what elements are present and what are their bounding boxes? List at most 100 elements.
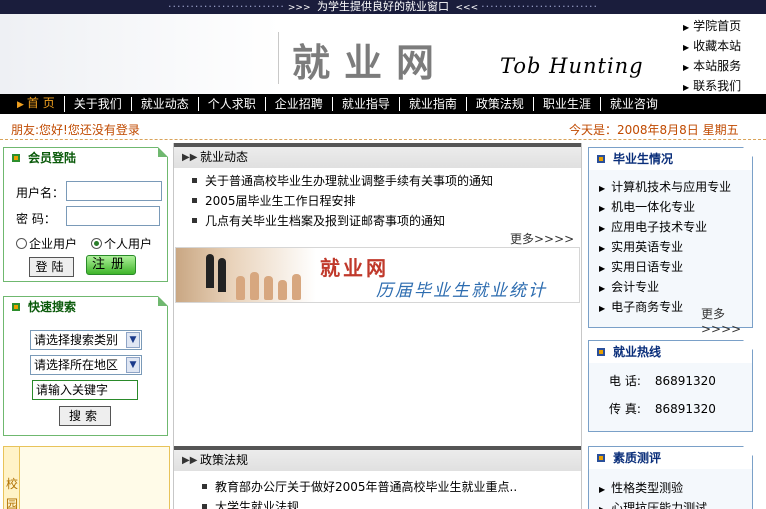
top-banner-text: 为学生提供良好的就业窗口 [317,0,449,13]
graduates-item[interactable]: ▶ 实用日语专业 [599,258,731,278]
logo-divider [278,32,279,84]
site-logo-cn: 就业网 [292,40,449,85]
radio-off-icon [16,238,27,249]
current-date: 今天是：2008年8月8日 星期五 [569,123,739,137]
nav-item-about[interactable]: 关于我们 [65,97,132,111]
graduates-list: ▶ 计算机技术与应用专业 ▶ 机电一体化专业 ▶ 应用电子技术专业 ▶ 实用英语专业 ▶… [599,178,731,318]
login-title: 会员登陆 [4,148,167,168]
news-item[interactable]: 几点有关毕业生档案及报到证邮寄事项的通知 [192,211,493,231]
graduates-item[interactable]: ▶ 机电一体化专业 [599,198,731,218]
banner-subtitle: 历届毕业生就业统计 [376,281,547,301]
square-bullet-icon [597,348,605,356]
main-nav: ▶ 首 页 关于我们 就业动态 个人求职 企业招聘 就业指导 就业指南 政策法规 … [0,94,766,114]
news-item[interactable]: 2005届毕业生工作日程安排 [192,191,493,211]
stats-banner[interactable]: 就业网 历届毕业生就业统计 [175,247,580,303]
triangle-right-icon: ▶ [683,83,690,92]
quick-link-home[interactable]: ▶ 学院首页 [683,17,763,37]
register-button[interactable]: 注册 [86,255,136,275]
top-banner: ·························· >>> 为学生提供良好的就业… [0,0,766,14]
graduates-title: 毕业生情况 [589,148,752,170]
triangle-right-icon: ▶ [599,264,606,273]
quality-panel: 素质测评 ▶性格类型测验 ▶心理抗压能力测试 [588,446,753,509]
chevron-down-icon: ▼ [126,332,140,348]
policy-item[interactable]: 教育部办公厅关于做好2005年普通高校毕业生就业重点.. [202,477,517,497]
double-chevron-right-icon: ▶▶ [182,152,198,163]
graduates-item[interactable]: ▶ 会计专业 [599,278,731,298]
person-figure [206,254,214,288]
news-list: 关于普通高校毕业生办理就业调整手续有关事项的通知 2005届毕业生工作日程安排 … [192,171,493,231]
square-bullet-icon [12,303,20,311]
triangle-right-icon: ▶ [683,63,690,72]
square-bullet-icon [192,198,197,203]
square-bullet-icon [12,154,20,162]
header: 就业网 Tob Hunting ▶ 学院首页 ▶ 收藏本站 ▶ 本站服务 ▶ 联系我们 [0,14,766,94]
graduates-item[interactable]: ▶ 计算机技术与应用专业 [599,178,731,198]
status-bar: 朋友:您好!您还没有登录 今天是：2008年8月8日 星期五 [0,116,766,140]
quality-list: ▶性格类型测验 ▶心理抗压能力测试 [599,479,707,509]
graduates-item[interactable]: ▶ 实用英语专业 [599,238,731,258]
quality-title: 素质测评 [589,447,752,469]
campus-panel: 校 园 [3,446,170,509]
hotline-title: 就业热线 [589,341,752,363]
password-input[interactable] [66,206,160,226]
role-company-radio[interactable]: 企业用户 [16,235,77,252]
username-input[interactable] [66,181,162,201]
quick-search-panel: 快速搜索 请选择搜索类别 ▼ 请选择所在地区 ▼ 请输入关键字 搜索 [3,296,168,436]
triangle-right-icon: ▶ [683,23,690,32]
campus-tab-char: 校 [6,477,19,491]
triangle-right-icon: ▶ [599,204,606,213]
graduates-more-link[interactable]: 更多>>>> [701,305,752,336]
person-figure [218,258,226,292]
password-label: 密 码： [16,212,56,226]
site-logo-en: Tob Hunting [500,54,644,78]
graduates-item[interactable]: ▶ 应用电子技术专业 [599,218,731,238]
triangle-right-icon: ▶ [599,505,605,509]
nav-item-home[interactable]: ▶ 首 页 [8,96,65,112]
login-greeting: 朋友:您好!您还没有登录 [11,123,140,137]
nav-item-recruit[interactable]: 企业招聘 [266,97,333,111]
triangle-right-icon: ▶ [17,100,24,110]
hand-figure [278,280,287,300]
double-chevron-right-icon: ▶▶ [182,455,198,466]
login-panel: 会员登陆 用户名： 密 码： 企业用户 个人用户 登陆 注册 [3,147,168,282]
square-bullet-icon [192,178,197,183]
graduates-panel: 毕业生情况 ▶ 计算机技术与应用专业 ▶ 机电一体化专业 ▶ 应用电子技术专业 ▶ 实用… [588,147,753,336]
search-button[interactable]: 搜索 [59,406,111,426]
nav-item-career[interactable]: 职业生涯 [534,97,601,111]
triangle-right-icon: ▶ [599,485,606,494]
main-content: ▶▶ 就业动态 关于普通高校毕业生办理就业调整手续有关事项的通知 2005届毕业生… [173,143,582,509]
campus-tab[interactable]: 校 园 [4,447,20,509]
square-bullet-icon [597,155,605,163]
nav-item-job-seek[interactable]: 个人求职 [199,97,266,111]
phone-row: 电 话: 86891320 [609,374,716,388]
quick-link-services[interactable]: ▶ 本站服务 [683,57,763,77]
news-more-link[interactable]: 更多>>>> [510,230,574,247]
nav-item-consult[interactable]: 就业咨询 [601,97,667,111]
username-label: 用户名： [16,186,65,200]
banner-photo [176,248,316,302]
nav-item-guide[interactable]: 就业指南 [400,97,467,111]
nav-item-guidance[interactable]: 就业指导 [333,97,400,111]
login-button[interactable]: 登陆 [29,257,74,277]
square-bullet-icon [192,218,197,223]
quality-item[interactable]: ▶心理抗压能力测试 [599,499,707,509]
region-select[interactable]: 请选择所在地区 ▼ [30,355,142,375]
nav-item-news[interactable]: 就业动态 [132,97,199,111]
policy-item[interactable]: 大学生就业法规 [202,497,517,509]
triangle-right-icon: ▶ [599,244,606,253]
role-personal-radio[interactable]: 个人用户 [91,235,152,252]
quick-search-title: 快速搜索 [4,297,167,317]
fax-row: 传 真: 86891320 [609,402,716,416]
quick-link-bookmark[interactable]: ▶ 收藏本站 [683,37,763,57]
quick-links: ▶ 学院首页 ▶ 收藏本站 ▶ 本站服务 ▶ 联系我们 [683,17,763,97]
news-item[interactable]: 关于普通高校毕业生办理就业调整手续有关事项的通知 [192,171,493,191]
keyword-input[interactable]: 请输入关键字 [32,380,138,400]
quality-item[interactable]: ▶ 性格类型测验 [599,479,707,499]
chevron-down-icon: ▼ [126,357,140,373]
square-bullet-icon [202,484,207,489]
nav-item-policy[interactable]: 政策法规 [467,97,534,111]
campus-tab-char: 园 [6,497,19,509]
category-select[interactable]: 请选择搜索类别 ▼ [30,330,142,350]
hand-figure [292,274,301,300]
policy-list: 教育部办公厅关于做好2005年普通高校毕业生就业重点.. 大学生就业法规 [202,477,517,509]
